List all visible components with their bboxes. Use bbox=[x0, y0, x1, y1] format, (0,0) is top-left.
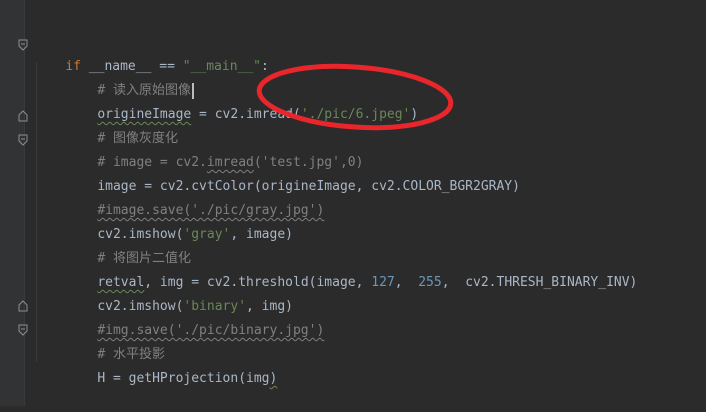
code-token: ) bbox=[410, 107, 419, 122]
string-token: "__main__" bbox=[182, 59, 262, 74]
fold-marker-icon[interactable] bbox=[17, 110, 29, 122]
code-line[interactable]: cv2.imshow('binary', img) bbox=[66, 274, 293, 314]
number-token: 255 bbox=[418, 275, 442, 290]
indent-guide bbox=[36, 62, 37, 362]
code-token: , bbox=[394, 275, 419, 290]
code-line[interactable]: image = cv2.cvtColor(origineImage, cv2.C… bbox=[66, 154, 520, 194]
code-line[interactable]: # 读入原始图像 bbox=[66, 58, 194, 99]
code-token: ) bbox=[269, 371, 278, 386]
code-line[interactable]: # image = cv2.imread('test.jpg',0) bbox=[66, 130, 363, 170]
number-token: 127 bbox=[371, 275, 395, 290]
code-line[interactable]: # 图像灰度化 bbox=[66, 106, 178, 146]
fold-marker-icon[interactable] bbox=[17, 300, 29, 312]
fold-marker-icon[interactable] bbox=[17, 324, 29, 336]
code-editor[interactable]: if __name__ == "__main__": # 读入原始图像 orig… bbox=[0, 0, 706, 406]
code-token: , cv2.THRESH_BINARY_INV) bbox=[441, 275, 638, 290]
code-token: , image) bbox=[230, 227, 293, 242]
code-line[interactable]: cv2.imshow('gray', image) bbox=[66, 202, 293, 242]
code-token: = cv2.imread( bbox=[191, 107, 301, 122]
code-token: : bbox=[261, 59, 269, 74]
code-line[interactable]: H = getHProjection(img) bbox=[66, 346, 277, 386]
code-line[interactable]: #img.save('./pic/binary.jpg') bbox=[66, 298, 324, 338]
code-line[interactable]: #image.save('./pic/gray.jpg') bbox=[66, 178, 324, 218]
code-token: H = getHProjection(img bbox=[97, 371, 270, 386]
fold-marker-icon[interactable] bbox=[17, 134, 29, 146]
code-line[interactable]: retval, img = cv2.threshold(image, 127, … bbox=[66, 250, 637, 290]
editor-gutter[interactable] bbox=[0, 0, 25, 406]
code-line[interactable]: # 将图片二值化 bbox=[66, 226, 191, 266]
code-line[interactable]: if __name__ == "__main__": bbox=[34, 34, 269, 74]
code-line[interactable]: origineImage = cv2.imread('./pic/6.jpeg'… bbox=[66, 82, 418, 122]
string-token: './pic/6.jpeg' bbox=[300, 107, 411, 122]
code-line[interactable]: # 水平投影 bbox=[66, 322, 165, 362]
fold-marker-icon[interactable] bbox=[17, 39, 29, 51]
